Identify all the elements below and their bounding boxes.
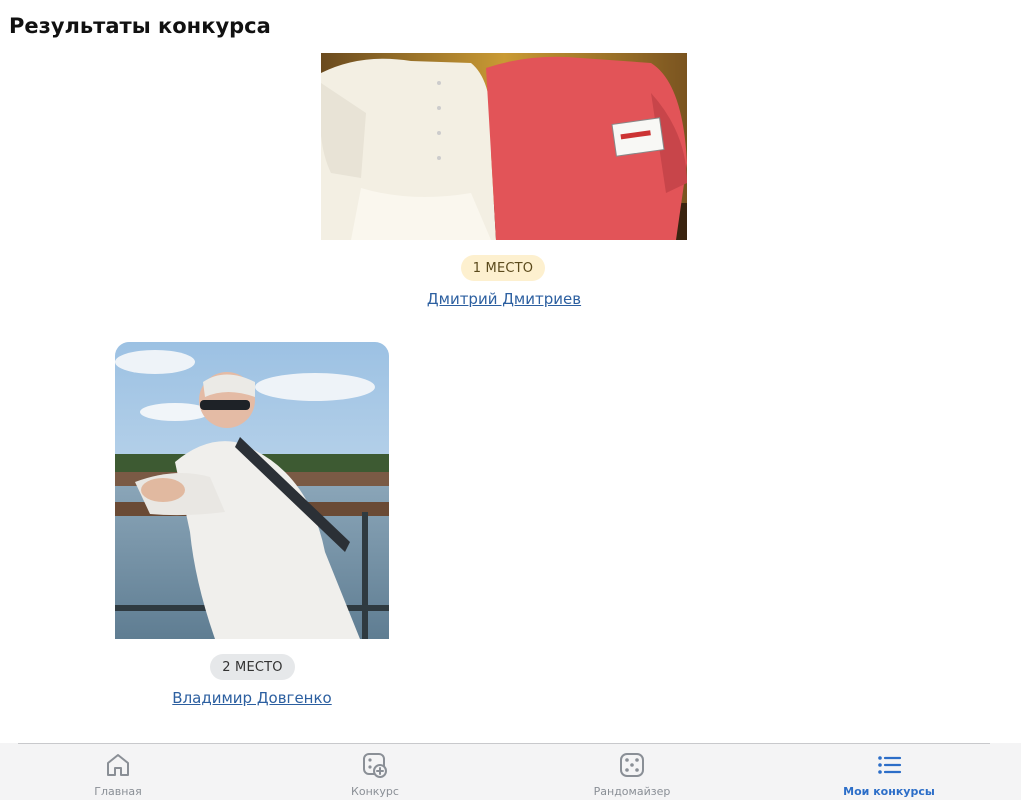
place-badge-2: 2 МЕСТО xyxy=(210,654,295,680)
tab-my-contests[interactable]: Мои конкурсы xyxy=(819,751,959,799)
tab-randomizer[interactable]: Рандомайзер xyxy=(562,751,702,799)
winner-name-link-1[interactable]: Дмитрий Дмитриев xyxy=(404,290,604,308)
winner-photo-2-image xyxy=(115,342,389,639)
tab-contest-label: Конкурс xyxy=(351,785,399,798)
page-title: Результаты конкурса xyxy=(9,14,271,38)
tab-randomizer-label: Рандомайзер xyxy=(593,785,671,798)
winner-name-link-2[interactable]: Владимир Довгенко xyxy=(152,689,352,707)
home-icon xyxy=(107,754,129,776)
winner-photo-1-image xyxy=(321,53,687,240)
tab-home[interactable]: Главная xyxy=(48,751,188,799)
tab-my-contests-label: Мои конкурсы xyxy=(843,785,935,798)
winner-photo-2[interactable] xyxy=(115,342,389,639)
winner-photo-1[interactable] xyxy=(321,53,687,240)
bottom-tab-bar: Главная Конкурс Рандомайзер Мои конкурсы xyxy=(0,743,1021,800)
tab-home-label: Главная xyxy=(94,785,142,798)
place-badge-1: 1 МЕСТО xyxy=(461,255,545,281)
list-icon xyxy=(878,756,902,774)
tabbar-divider xyxy=(18,743,990,744)
add-contest-icon xyxy=(363,753,387,778)
tab-contest[interactable]: Конкурс xyxy=(305,751,445,799)
dice-icon xyxy=(620,753,644,777)
